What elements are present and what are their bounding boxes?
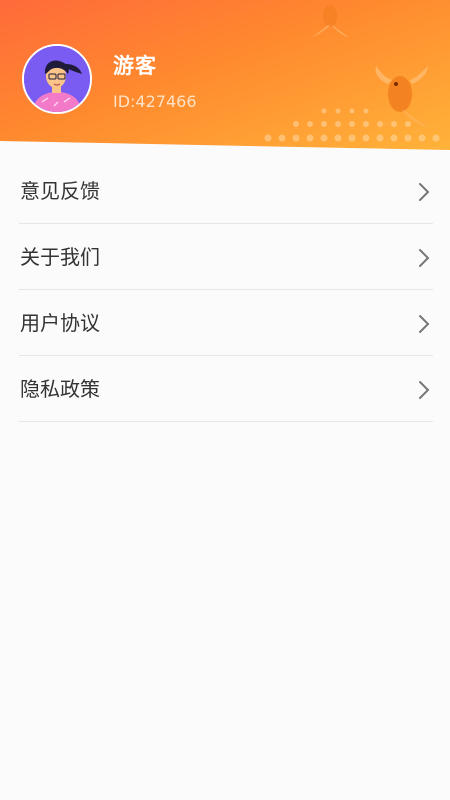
avatar[interactable] <box>22 44 92 114</box>
user-avatar-illustration <box>24 46 90 112</box>
profile-header: 游客 ID:427466 <box>0 0 450 150</box>
menu-item-label: 意见反馈 <box>20 179 100 203</box>
goldfish-icon <box>312 5 348 37</box>
goldfish-icon <box>375 66 428 130</box>
settings-menu: 意见反馈 关于我们 用户协议 隐私政策 <box>0 158 450 422</box>
chevron-right-icon <box>419 315 430 333</box>
menu-item-privacy-policy[interactable]: 隐私政策 <box>0 356 450 422</box>
chevron-right-icon <box>419 249 430 267</box>
menu-item-feedback[interactable]: 意见反馈 <box>0 158 450 224</box>
menu-item-label: 用户协议 <box>20 311 100 335</box>
chevron-right-icon <box>419 381 430 399</box>
menu-item-about-us[interactable]: 关于我们 <box>0 224 450 290</box>
menu-item-label: 关于我们 <box>20 245 100 269</box>
user-id: ID:427466 <box>113 92 197 111</box>
user-name: 游客 <box>113 54 157 78</box>
menu-item-user-agreement[interactable]: 用户协议 <box>0 290 450 356</box>
menu-item-label: 隐私政策 <box>20 377 100 401</box>
chevron-right-icon <box>419 183 430 201</box>
